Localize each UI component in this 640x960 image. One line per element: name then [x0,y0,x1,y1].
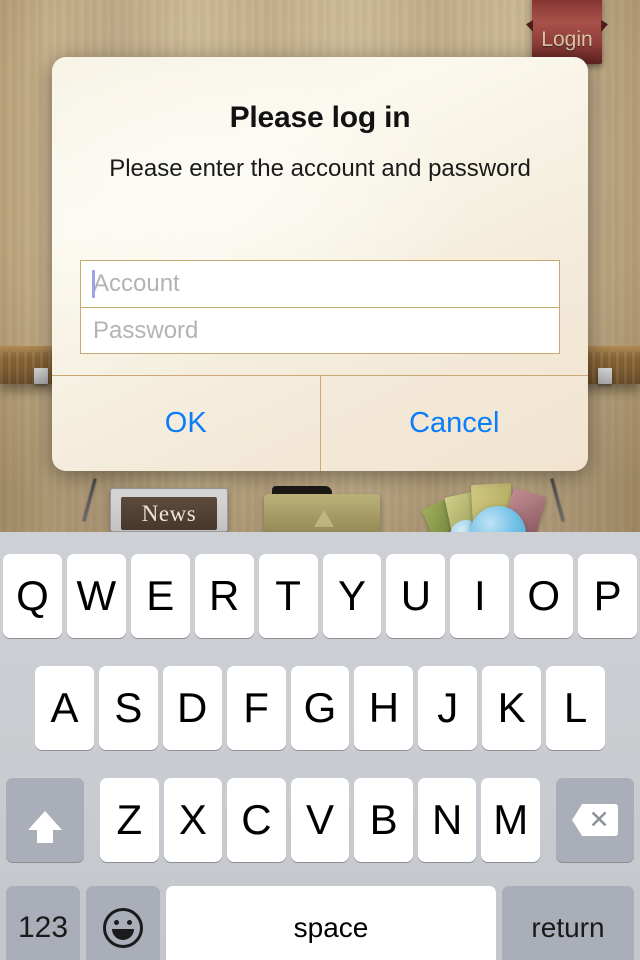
backspace-icon: ✕ [572,804,619,836]
backspace-key[interactable]: ✕ [556,778,635,862]
key-w[interactable]: W [66,554,126,638]
keyboard-row-1: Q W E R T Y U I O P [0,554,640,638]
account-field[interactable]: Account [81,261,559,307]
keyboard-row-3: Z X C V B N M ✕ [0,778,640,862]
key-i[interactable]: I [450,554,510,638]
news-icon-label: News [141,500,197,526]
login-dialog: Please log in Please enter the account a… [52,57,588,471]
cancel-button[interactable]: Cancel [319,376,589,471]
row3-spacer-right [545,778,551,862]
password-field[interactable]: Password [81,307,559,353]
return-key[interactable]: return [502,886,634,960]
keyboard-row-4: 123 space return [0,886,640,960]
phone-screen: News Login Please log in Please enter th… [0,0,640,960]
key-r[interactable]: R [194,554,254,638]
key-e[interactable]: E [130,554,190,638]
key-p[interactable]: P [578,554,638,638]
key-g[interactable]: G [290,666,350,750]
key-z[interactable]: Z [100,778,159,862]
on-screen-keyboard: Q W E R T Y U I O P A S D F G H J K L Z … [0,532,640,960]
password-field-placeholder: Password [93,316,199,344]
emoji-key[interactable] [86,886,160,960]
numeric-mode-key[interactable]: 123 [6,886,80,960]
key-m[interactable]: M [481,778,541,862]
login-button[interactable]: Login [532,0,602,64]
row3-spacer-left [89,778,95,862]
books-app-icon[interactable] [421,482,547,562]
key-s[interactable]: S [98,666,158,750]
credential-fields-group: Account Password [80,260,560,354]
shelf-bracket-right [598,368,612,384]
dialog-title: Please log in [229,101,411,134]
folder-app-icon[interactable] [264,486,380,532]
shift-icon [28,810,62,843]
smiley-face-icon [103,908,143,948]
ok-button[interactable]: OK [52,376,320,471]
login-button-label: Login [541,28,593,51]
key-v[interactable]: V [290,778,350,862]
key-u[interactable]: U [386,554,446,638]
key-h[interactable]: H [354,666,414,750]
keyboard-row-2: A S D F G H J K L [0,666,640,750]
space-key[interactable]: space [166,886,496,960]
news-plate: News [121,497,217,530]
key-y[interactable]: Y [322,554,382,638]
text-caret [92,270,95,298]
key-j[interactable]: J [418,666,478,750]
shift-key[interactable] [6,778,84,862]
key-k[interactable]: K [482,666,542,750]
dialog-button-row: OK Cancel [52,375,588,471]
news-app-icon[interactable]: News [110,488,228,532]
key-o[interactable]: O [514,554,574,638]
key-c[interactable]: C [227,778,286,862]
key-n[interactable]: N [417,778,477,862]
key-l[interactable]: L [546,666,606,750]
key-d[interactable]: D [162,666,222,750]
key-f[interactable]: F [226,666,286,750]
key-t[interactable]: T [258,554,318,638]
dialog-message: Please enter the account and password [109,155,531,182]
shelf-bracket-left [34,368,48,384]
key-b[interactable]: B [354,778,413,862]
account-field-placeholder: Account [93,270,180,297]
key-q[interactable]: Q [3,554,62,638]
folder-triangle-icon [314,510,334,527]
key-a[interactable]: A [35,666,94,750]
key-x[interactable]: X [163,778,223,862]
